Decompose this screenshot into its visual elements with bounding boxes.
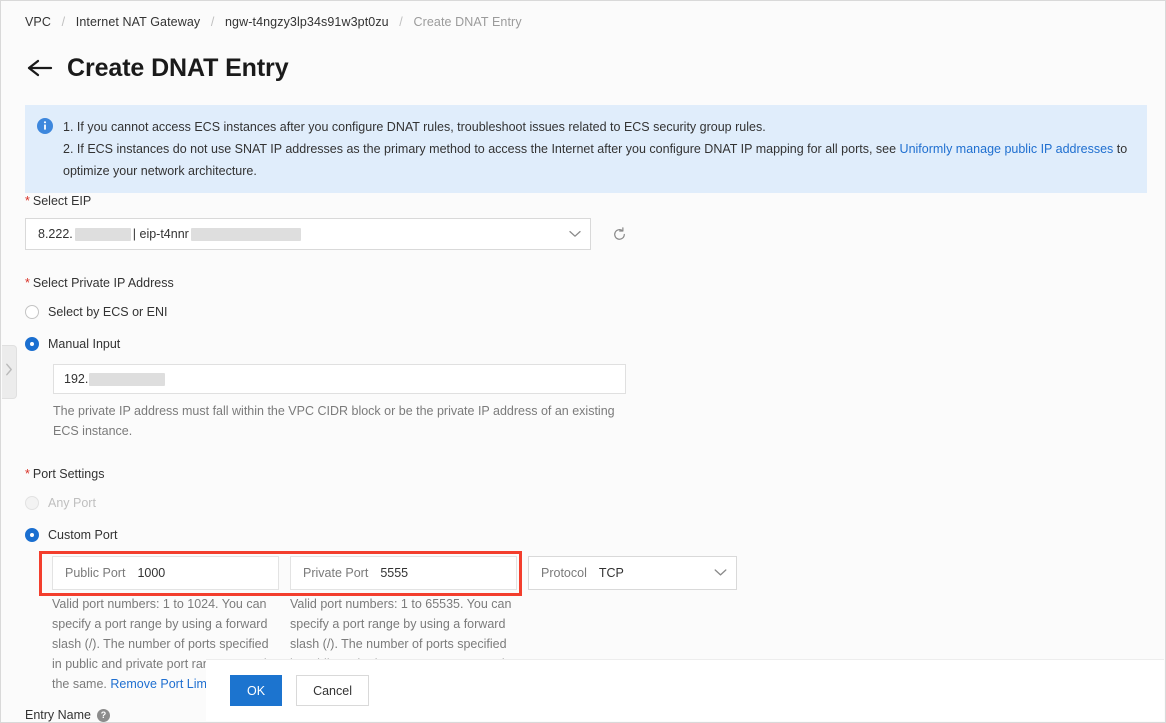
port-settings-label: * Port Settings bbox=[25, 466, 1143, 482]
arrow-left-icon[interactable] bbox=[25, 53, 55, 83]
refresh-icon[interactable] bbox=[603, 218, 635, 250]
info-banner-text: 1. If you cannot access ECS instances af… bbox=[63, 116, 1133, 182]
required-marker: * bbox=[25, 276, 30, 290]
select-eip-dropdown[interactable]: 8.222. | eip-t4nnr bbox=[25, 218, 591, 250]
select-eip-label-text: Select EIP bbox=[32, 194, 92, 208]
form-footer-bar: OK Cancel bbox=[206, 659, 1164, 721]
dnat-entry-form: * Select EIP 8.222. | eip-t4nnr * Select P… bbox=[25, 193, 1143, 722]
info-banner-line-2: 2. If ECS instances do not use SNAT IP a… bbox=[63, 138, 1133, 182]
chevron-down-icon bbox=[569, 227, 581, 241]
radio-label-select-by-ecs-or-eni: Select by ECS or ENI bbox=[48, 305, 168, 319]
radio-any-port: Any Port bbox=[25, 491, 1143, 515]
required-marker: * bbox=[25, 194, 30, 208]
remove-port-limits-link[interactable]: Remove Port Limits bbox=[110, 677, 219, 691]
private-port-addon-label: Private Port bbox=[303, 566, 369, 580]
radio-label-manual-input: Manual Input bbox=[48, 337, 121, 351]
breadcrumb-item-current: Create DNAT Entry bbox=[413, 15, 522, 29]
select-eip-label: * Select EIP bbox=[25, 193, 1143, 209]
chevron-down-icon bbox=[714, 566, 727, 580]
private-port-value: 5555 bbox=[380, 566, 409, 580]
page-title: Create DNAT Entry bbox=[67, 54, 289, 82]
select-eip-value-middle: | eip-t4nnr bbox=[132, 227, 189, 241]
ok-button[interactable]: OK bbox=[230, 675, 283, 706]
private-ip-value: 192. bbox=[64, 372, 89, 386]
redacted-eip-id bbox=[190, 227, 301, 241]
page-header: Create DNAT Entry bbox=[25, 51, 289, 85]
select-private-ip-label-text: Select Private IP Address bbox=[32, 276, 174, 290]
radio-label-custom-port: Custom Port bbox=[48, 528, 118, 542]
create-dnat-entry-page: VPC / Internet NAT Gateway / ngw-t4ngzy3… bbox=[0, 0, 1166, 723]
breadcrumb-separator: / bbox=[399, 15, 403, 29]
radio-icon-checked bbox=[25, 337, 39, 351]
breadcrumb-separator: / bbox=[61, 15, 66, 29]
private-ip-input[interactable]: 192. bbox=[53, 364, 626, 394]
public-port-value: 1000 bbox=[137, 566, 166, 580]
chevron-right-icon bbox=[5, 363, 13, 381]
breadcrumb-separator: / bbox=[210, 15, 215, 29]
select-eip-row: 8.222. | eip-t4nnr bbox=[25, 218, 1143, 250]
cancel-button[interactable]: Cancel bbox=[296, 675, 369, 706]
radio-icon-unchecked bbox=[25, 305, 39, 319]
uniformly-manage-public-ip-link[interactable]: Uniformly manage public IP addresses bbox=[900, 142, 1114, 156]
breadcrumb: VPC / Internet NAT Gateway / ngw-t4ngzy3… bbox=[25, 15, 522, 29]
radio-select-by-ecs-or-eni[interactable]: Select by ECS or ENI bbox=[25, 300, 1143, 324]
select-private-ip-label: * Select Private IP Address bbox=[25, 275, 1143, 291]
radio-label-any-port: Any Port bbox=[48, 496, 96, 510]
redacted-private-ip bbox=[89, 372, 166, 386]
redacted-eip-ip bbox=[74, 227, 131, 241]
question-mark-icon[interactable]: ? bbox=[97, 708, 110, 722]
breadcrumb-item-vpc[interactable]: VPC bbox=[25, 15, 51, 29]
radio-icon-disabled bbox=[25, 496, 39, 510]
breadcrumb-item-gateway-id[interactable]: ngw-t4ngzy3lp34s91w3pt0zu bbox=[225, 15, 389, 29]
sidebar-collapse-handle[interactable] bbox=[2, 345, 17, 399]
info-circle-icon bbox=[37, 118, 53, 134]
info-banner: 1. If you cannot access ECS instances af… bbox=[25, 105, 1147, 193]
private-port-input[interactable]: Private Port 5555 bbox=[290, 556, 517, 590]
entry-name-label-text: Entry Name bbox=[25, 708, 91, 722]
port-inputs-row: Public Port 1000 Private Port 5555 Proto… bbox=[52, 551, 1143, 590]
public-port-input[interactable]: Public Port 1000 bbox=[52, 556, 279, 590]
breadcrumb-item-internet-nat-gateway[interactable]: Internet NAT Gateway bbox=[76, 15, 201, 29]
radio-manual-input[interactable]: Manual Input bbox=[25, 332, 1143, 356]
info-banner-line-1: 1. If you cannot access ECS instances af… bbox=[63, 120, 766, 134]
select-eip-value-prefix: 8.222. bbox=[38, 227, 73, 241]
info-banner-line-2-before: 2. If ECS instances do not use SNAT IP a… bbox=[63, 142, 900, 156]
radio-custom-port[interactable]: Custom Port bbox=[25, 523, 1143, 547]
required-marker: * bbox=[25, 467, 30, 481]
radio-icon-checked bbox=[25, 528, 39, 542]
port-settings-label-text: Port Settings bbox=[32, 467, 105, 481]
public-port-addon-label: Public Port bbox=[65, 566, 126, 580]
protocol-value: TCP bbox=[598, 566, 624, 580]
protocol-addon-label: Protocol bbox=[541, 566, 587, 580]
private-ip-helper-text: The private IP address must fall within … bbox=[53, 404, 615, 438]
protocol-dropdown[interactable]: Protocol TCP bbox=[528, 556, 737, 590]
